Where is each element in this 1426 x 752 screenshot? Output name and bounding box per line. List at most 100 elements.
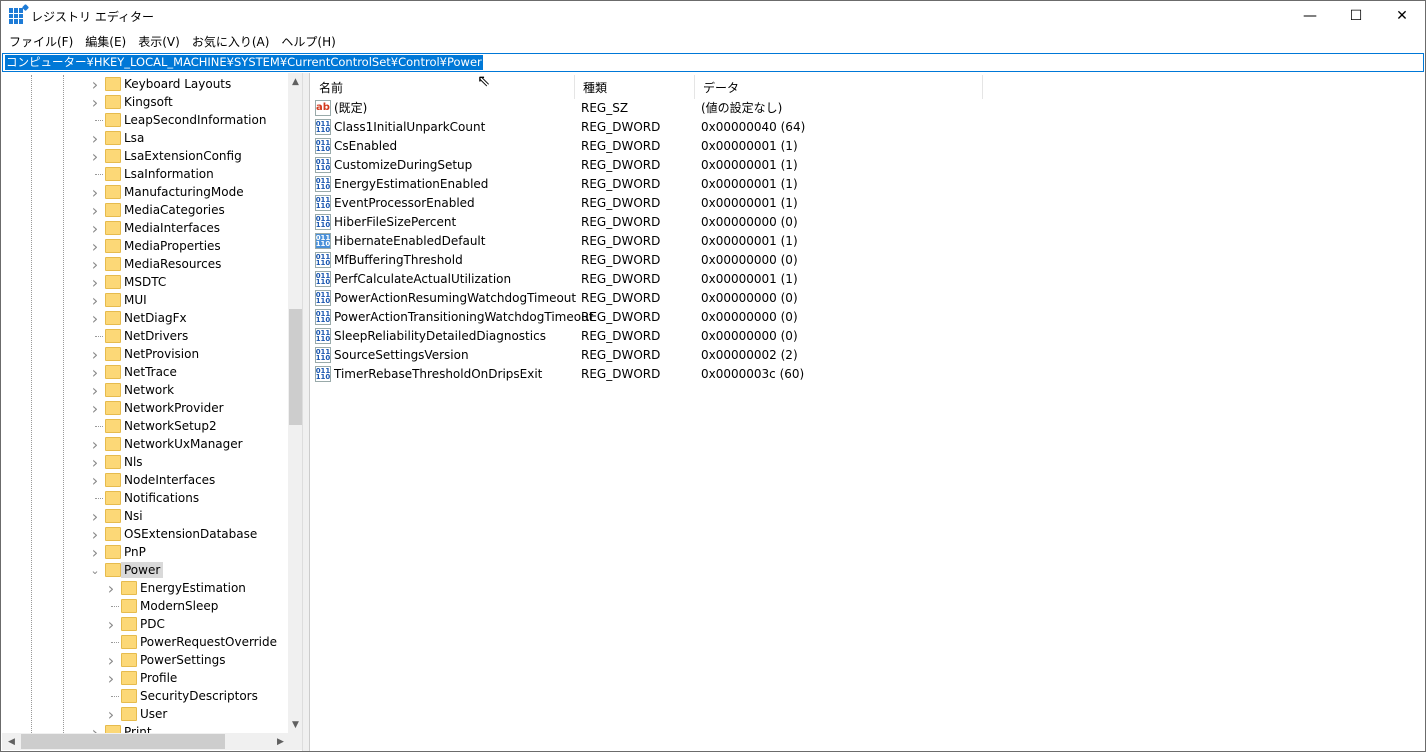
tree-node-label[interactable]: EnergyEstimation <box>137 580 249 596</box>
chevron-right-icon[interactable]: › <box>88 381 102 400</box>
tree-node[interactable]: NetworkSetup2 <box>2 417 288 435</box>
value-row[interactable]: 011 110 MfBufferingThreshold REG_DWORD 0x000… <box>311 250 1011 269</box>
chevron-right-icon[interactable]: › <box>88 75 102 94</box>
tree-node[interactable]: LsaInformation <box>2 165 288 183</box>
chevron-right-icon[interactable]: › <box>88 507 102 526</box>
chevron-right-icon[interactable]: › <box>88 219 102 238</box>
tree-node-label[interactable]: ManufacturingMode <box>121 184 247 200</box>
chevron-right-icon[interactable]: › <box>104 705 118 724</box>
tree-node-label[interactable]: NetProvision <box>121 346 202 362</box>
scroll-up-arrow-icon[interactable]: ▲ <box>288 73 302 90</box>
menu-view[interactable]: 表示(V) <box>132 33 186 50</box>
chevron-right-icon[interactable]: › <box>88 273 102 292</box>
tree-horizontal-scrollbar[interactable]: ◀ ▶ <box>2 733 288 750</box>
value-row[interactable]: 011 110 PerfCalculateActualUtilization REG_… <box>311 269 1011 288</box>
menu-help[interactable]: ヘルプ(H) <box>275 33 341 50</box>
chevron-right-icon[interactable]: › <box>88 435 102 454</box>
chevron-right-icon[interactable]: › <box>88 471 102 490</box>
chevron-right-icon[interactable]: › <box>88 147 102 166</box>
tree-node[interactable]: › NetProvision <box>2 345 288 364</box>
tree-node[interactable]: › Nsi <box>2 507 288 526</box>
tree-node-label[interactable]: NodeInterfaces <box>121 472 218 488</box>
chevron-right-icon[interactable]: › <box>104 579 118 598</box>
chevron-right-icon[interactable]: › <box>88 525 102 544</box>
tree-node-label[interactable]: OSExtensionDatabase <box>121 526 260 542</box>
tree-horizontal-scroll-thumb[interactable] <box>21 734 225 749</box>
tree-node-label[interactable]: LsaInformation <box>121 166 217 182</box>
column-header-name[interactable]: 名前 <box>311 75 575 99</box>
tree-node[interactable]: ⌄ Power <box>2 561 288 579</box>
tree-node-label[interactable]: Kingsoft <box>121 94 176 110</box>
tree-node[interactable]: › User <box>2 705 288 724</box>
tree-node-label[interactable]: Lsa <box>121 130 147 146</box>
tree-vertical-scrollbar[interactable]: ▲ ▼ <box>288 73 302 733</box>
chevron-right-icon[interactable]: › <box>88 201 102 220</box>
chevron-right-icon[interactable]: › <box>104 651 118 670</box>
tree-node-label[interactable]: Power <box>121 562 164 578</box>
tree-node-label[interactable]: PowerRequestOverride <box>137 634 280 650</box>
tree-node[interactable]: › Network <box>2 381 288 400</box>
value-row[interactable]: ab (既定) REG_SZ (値の設定なし) <box>311 98 1011 117</box>
tree-node[interactable]: › MediaProperties <box>2 237 288 256</box>
value-row[interactable]: 011 110 HiberFileSizePercent REG_DWORD 0x000… <box>311 212 1011 231</box>
maximize-button[interactable]: ☐ <box>1333 1 1379 31</box>
tree-node-label[interactable]: Profile <box>137 670 180 686</box>
tree-node-label[interactable]: MSDTC <box>121 274 169 290</box>
tree-node-label[interactable]: Nsi <box>121 508 146 524</box>
tree-node[interactable]: › MediaResources <box>2 255 288 274</box>
tree-node[interactable]: › PDC <box>2 615 288 634</box>
tree-node[interactable]: › LsaExtensionConfig <box>2 147 288 166</box>
tree-node-label[interactable]: ModernSleep <box>137 598 221 614</box>
tree-node-label[interactable]: MediaInterfaces <box>121 220 223 236</box>
value-row[interactable]: 011 110 SleepReliabilityDetailedDiagnostic… <box>311 326 1011 345</box>
tree-vertical-scroll-thumb[interactable] <box>289 309 302 425</box>
chevron-right-icon[interactable]: › <box>88 255 102 274</box>
tree-node-label[interactable]: Nls <box>121 454 146 470</box>
address-bar[interactable]: コンピューター¥HKEY_LOCAL_MACHINE¥SYSTEM¥Curren… <box>2 53 1424 72</box>
tree-node-label[interactable]: NetworkUxManager <box>121 436 246 452</box>
tree-node[interactable]: NetDrivers <box>2 327 288 345</box>
chevron-right-icon[interactable]: › <box>88 543 102 562</box>
tree-node-label[interactable]: Notifications <box>121 490 202 506</box>
chevron-right-icon[interactable]: › <box>88 309 102 328</box>
chevron-right-icon[interactable]: › <box>88 345 102 364</box>
chevron-right-icon[interactable]: › <box>104 615 118 634</box>
tree-node[interactable]: › NetDiagFx <box>2 309 288 328</box>
value-row[interactable]: 011 110 Class1InitialUnparkCount REG_DWORD 0… <box>311 117 1011 136</box>
tree-node[interactable]: › Keyboard Layouts <box>2 75 288 94</box>
scroll-down-arrow-icon[interactable]: ▼ <box>288 716 302 733</box>
chevron-right-icon[interactable]: › <box>88 399 102 418</box>
value-row[interactable]: 011 110 EnergyEstimationEnabled REG_DWORD 0x… <box>311 174 1011 193</box>
tree-node[interactable]: › Nls <box>2 453 288 472</box>
value-row[interactable]: 011 110 SourceSettingsVersion REG_DWORD 0x00… <box>311 345 1011 364</box>
tree-node[interactable]: › ManufacturingMode <box>2 183 288 202</box>
chevron-right-icon[interactable]: › <box>88 183 102 202</box>
tree-node[interactable]: › Lsa <box>2 129 288 148</box>
value-row[interactable]: 011 110 EventProcessorEnabled REG_DWORD 0x00… <box>311 193 1011 212</box>
pane-splitter[interactable] <box>303 73 310 751</box>
value-row[interactable]: 011 110 PowerActionTransitioningWatchdogTi… <box>311 307 1011 326</box>
column-header-type[interactable]: 種類 <box>575 75 695 99</box>
tree-node[interactable]: › Kingsoft <box>2 93 288 112</box>
chevron-right-icon[interactable]: › <box>88 453 102 472</box>
value-row[interactable]: 011 110 TimerRebaseThresholdOnDripsExit REG… <box>311 364 1011 383</box>
tree-node[interactable]: › EnergyEstimation <box>2 579 288 598</box>
value-row[interactable]: 011 110 CsEnabled REG_DWORD 0x00000001 (1) <box>311 136 1011 155</box>
tree-node[interactable]: PowerRequestOverride <box>2 633 288 651</box>
tree-node-label[interactable]: LsaExtensionConfig <box>121 148 245 164</box>
tree-node-label[interactable]: Network <box>121 382 177 398</box>
value-row[interactable]: 011 110 PowerActionResumingWatchdogTimeout… <box>311 288 1011 307</box>
tree-node[interactable]: › NetworkUxManager <box>2 435 288 454</box>
column-header-data[interactable]: データ <box>695 75 983 99</box>
chevron-right-icon[interactable]: › <box>88 363 102 382</box>
tree-node[interactable]: › MUI <box>2 291 288 310</box>
tree-node[interactable]: ModernSleep <box>2 597 288 615</box>
tree-node-label[interactable]: MediaProperties <box>121 238 224 254</box>
value-row[interactable]: 011 110 CustomizeDuringSetup REG_DWORD 0x000… <box>311 155 1011 174</box>
tree-node-label[interactable]: NetDiagFx <box>121 310 190 326</box>
tree-node-label[interactable]: User <box>137 706 170 722</box>
tree-node[interactable]: › Profile <box>2 669 288 688</box>
tree-node-label[interactable]: NetDrivers <box>121 328 191 344</box>
tree-node[interactable]: SecurityDescriptors <box>2 687 288 705</box>
tree-node[interactable]: › OSExtensionDatabase <box>2 525 288 544</box>
